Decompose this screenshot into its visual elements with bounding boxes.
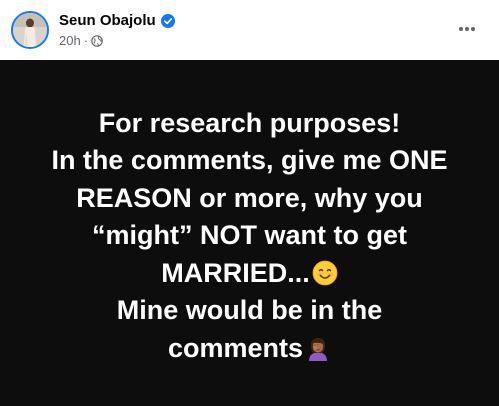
post-line-5-wrap: MARRIED...: [15, 255, 485, 293]
globe-icon[interactable]: [91, 35, 103, 47]
more-options-button[interactable]: [452, 14, 482, 44]
author-avatar[interactable]: [11, 11, 49, 49]
woman-facepalming-emoji-icon: [305, 335, 331, 361]
post-line-2: In the comments, give me ONE: [51, 145, 448, 176]
post-line-3: REASON or more, why you: [76, 182, 423, 213]
post-meta: 20h ·: [59, 33, 175, 49]
post-text-background: For research purposes! In the comments, …: [0, 60, 499, 406]
more-options-icon: [459, 27, 475, 31]
author-row: Seun Obajolu: [59, 12, 175, 30]
post-line-1: For research purposes!: [98, 107, 401, 138]
post-text: For research purposes! In the comments, …: [15, 105, 485, 368]
post-timestamp[interactable]: 20h: [59, 33, 81, 49]
smiling-face-emoji-icon: [312, 260, 338, 286]
author-block: Seun Obajolu 20h ·: [59, 12, 175, 49]
post-line-4: “might” NOT want to get: [92, 220, 407, 251]
meta-separator: ·: [83, 33, 89, 48]
author-name[interactable]: Seun Obajolu: [59, 12, 156, 30]
post-line-7-wrap: comments: [15, 330, 485, 368]
verified-badge-icon: [160, 14, 175, 28]
avatar-image: [13, 13, 47, 47]
facebook-post: Seun Obajolu 20h · For research purposes…: [0, 0, 499, 406]
post-line-6: Mine would be in the: [116, 295, 383, 326]
post-header: Seun Obajolu 20h ·: [0, 0, 499, 60]
post-line-7: comments: [167, 332, 304, 363]
post-line-5: MARRIED...: [161, 257, 310, 288]
